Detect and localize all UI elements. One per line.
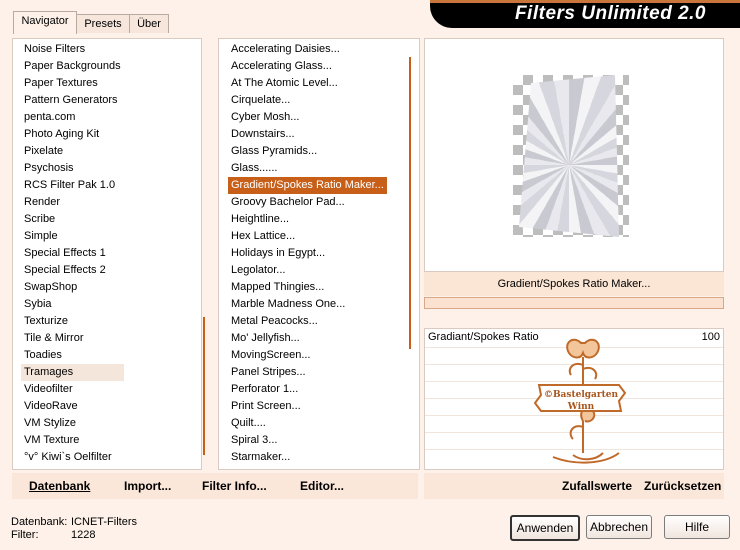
category-list-item[interactable]: penta.com [21,109,124,126]
filter-list-item[interactable]: Metal Peacocks... [228,313,387,330]
filter-list-item[interactable]: Gradient/Spokes Ratio Maker... [228,177,387,194]
category-list-item[interactable]: Tramages [21,364,124,381]
category-list-item[interactable]: Pixelate [21,143,124,160]
category-list-item[interactable]: VideoRave [21,398,124,415]
category-list-item[interactable]: Scribe [21,211,124,228]
category-list-item[interactable]: Paper Textures [21,75,124,92]
category-list-item[interactable]: Photo Aging Kit [21,126,124,143]
parameter-panel: Gradiant/Spokes Ratio 100 ©Bastelgarten … [424,328,724,470]
filter-list: Accelerating Daisies... Accelerating Glas… [228,41,387,466]
filter-list-item[interactable]: Legolator... [228,262,387,279]
filter-list-item[interactable]: Starmaker... [228,449,387,466]
zuruecksetzen-button[interactable]: Zurücksetzen [644,479,721,493]
filter-list-item[interactable]: Hex Lattice... [228,228,387,245]
category-list-item[interactable]: Special Effects 1 [21,245,124,262]
category-list: Noise Filters Paper Backgrounds Paper Text… [21,41,124,466]
category-scrollbar[interactable] [203,317,205,455]
filter-list-item[interactable]: Downstairs... [228,126,387,143]
status-db-value: ICNET-Filters [71,516,137,528]
editor-button[interactable]: Editor... [300,479,344,493]
category-list-item[interactable]: Texturize [21,313,124,330]
filter-list-item[interactable]: At The Atomic Level... [228,75,387,92]
datenbank-button[interactable]: Datenbank [29,479,90,493]
tab-uber[interactable]: Über [129,14,169,33]
parameter-label: Gradiant/Spokes Ratio [428,331,539,343]
apply-button[interactable]: Anwenden [510,515,580,541]
filter-list-item[interactable]: Marble Madness One... [228,296,387,313]
title-banner: Filters Unlimited 2.0 [430,0,740,28]
filter-list-item[interactable]: Glass Pyramids... [228,143,387,160]
category-list-item[interactable]: °v° Kiwi`s Oelfilter [21,449,124,466]
filter-list-item[interactable]: Mo' Jellyfish... [228,330,387,347]
filter-list-item[interactable]: Holidays in Egypt... [228,245,387,262]
spokes-preview-image [519,75,619,237]
filter-list-item[interactable]: Quilt.... [228,415,387,432]
zufallswerte-button[interactable]: Zufallswerte [562,479,632,493]
filter-list-item[interactable]: Heightline... [228,211,387,228]
status-db-label: Datenbank: [11,516,68,528]
cancel-button[interactable]: Abbrechen [586,515,652,539]
category-list-item[interactable]: VM Texture [21,432,124,449]
help-button[interactable]: Hilfe [664,515,730,539]
import-button[interactable]: Import... [124,479,171,493]
category-list-item[interactable]: Pattern Generators [21,92,124,109]
category-list-item[interactable]: Noise Filters [21,41,124,58]
category-list-item[interactable]: Sybia [21,296,124,313]
preview-filter-name: Gradient/Spokes Ratio Maker... [497,278,651,290]
category-list-item[interactable]: Toadies [21,347,124,364]
category-list-item[interactable]: SwapShop [21,279,124,296]
watermark-text-line2: Winn [567,402,595,412]
filter-list-item[interactable]: Perforator 1... [228,381,387,398]
filter-list-item[interactable]: Glass...... [228,160,387,177]
filter-info-button[interactable]: Filter Info... [202,479,267,493]
filter-list-item[interactable]: Groovy Bachelor Pad... [228,194,387,211]
filter-list-item[interactable]: Panel Stripes... [228,364,387,381]
filter-list-item[interactable]: Cyber Mosh... [228,109,387,126]
status-filter-label: Filter: [11,529,39,541]
app-title: Filters Unlimited 2.0 [514,3,706,24]
filter-panel: Accelerating Daisies... Accelerating Glas… [218,38,420,470]
watermark-logo [533,338,627,464]
filter-scrollbar[interactable] [409,57,411,349]
preview-panel [424,38,724,272]
parameter-value: 100 [701,331,720,343]
filter-list-item[interactable]: Print Screen... [228,398,387,415]
filter-list-item[interactable]: MovingScreen... [228,347,387,364]
category-list-item[interactable]: Paper Backgrounds [21,58,124,75]
filter-list-item[interactable]: Mapped Thingies... [228,279,387,296]
status-filter-value: 1228 [71,529,96,541]
category-list-item[interactable]: RCS Filter Pak 1.0 [21,177,124,194]
tab-navigator[interactable]: Navigator [13,11,77,34]
filter-list-item[interactable]: Accelerating Glass... [228,58,387,75]
category-list-item[interactable]: Videofilter [21,381,124,398]
filter-list-item[interactable]: Cirquelate... [228,92,387,109]
category-list-item[interactable]: VM Stylize [21,415,124,432]
filter-list-item[interactable]: Spiral 3... [228,432,387,449]
category-list-item[interactable]: Simple [21,228,124,245]
category-list-item[interactable]: Tile & Mirror [21,330,124,347]
category-panel: Noise Filters Paper Backgrounds Paper Text… [12,38,205,470]
watermark-text-line1: ©Bastelgarten [543,390,619,400]
category-list-item[interactable]: Special Effects 2 [21,262,124,279]
filter-list-item[interactable]: Accelerating Daisies... [228,41,387,58]
tab-presets[interactable]: Presets [76,14,130,33]
category-list-item[interactable]: Psychosis [21,160,124,177]
category-list-item[interactable]: Render [21,194,124,211]
progress-bar [424,297,724,309]
